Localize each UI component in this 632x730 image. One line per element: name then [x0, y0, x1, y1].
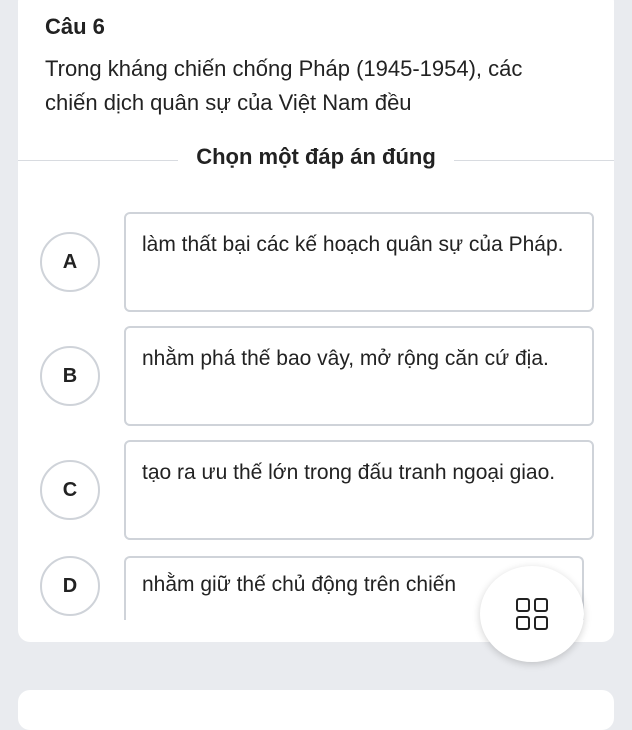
question-grid-button[interactable] [480, 566, 584, 662]
instruction-divider: Chọn một đáp án đúng [18, 144, 614, 178]
option-c-answer[interactable]: tạo ra ưu thế lớn trong đấu tranh ngoại … [124, 440, 594, 540]
instruction-text: Chọn một đáp án đúng [196, 144, 436, 169]
next-card [18, 690, 614, 730]
option-d-letter[interactable]: D [40, 556, 100, 616]
option-a-letter[interactable]: A [40, 232, 100, 292]
option-a-answer[interactable]: làm thất bại các kế hoạch quân sự của Ph… [124, 212, 594, 312]
option-c-letter[interactable]: C [40, 460, 100, 520]
option-b-letter[interactable]: B [40, 346, 100, 406]
grid-icon [516, 598, 548, 630]
question-number: Câu 6 [45, 14, 105, 39]
option-b-answer[interactable]: nhằm phá thế bao vây, mở rộng căn cứ địa… [124, 326, 594, 426]
question-text: Trong kháng chiến chống Pháp (1945-1954)… [45, 56, 523, 115]
divider-line-right [454, 160, 614, 161]
